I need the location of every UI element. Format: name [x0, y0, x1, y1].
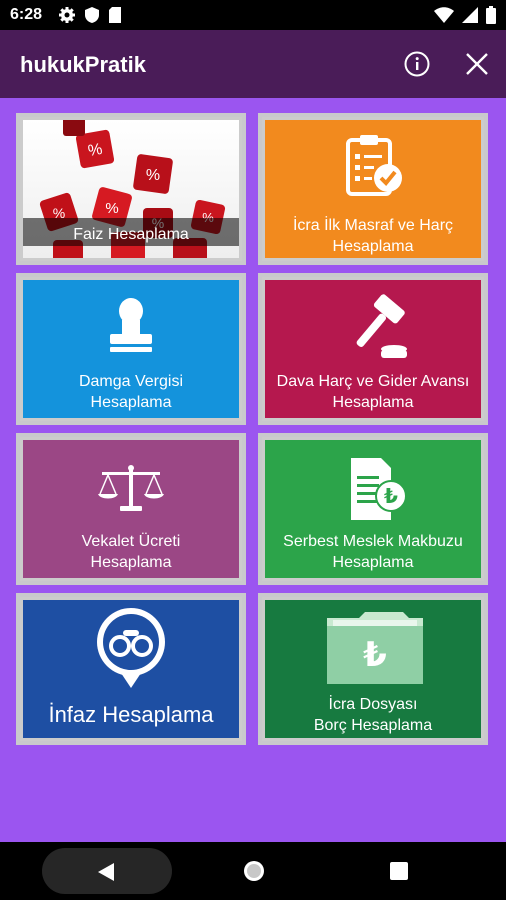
recents-icon[interactable]: [390, 862, 408, 880]
shield-icon: [85, 7, 99, 23]
clipboard-check-icon: [346, 135, 402, 196]
navigation-bar: [0, 842, 506, 900]
scales-icon: [98, 465, 164, 511]
status-time: 6:28: [10, 6, 43, 23]
tile-label-line1: Serbest Meslek Makbuzu: [283, 533, 463, 550]
close-icon[interactable]: [464, 51, 490, 77]
svg-text:₺: ₺: [363, 635, 387, 675]
status-bar: 6:28: [0, 0, 506, 30]
svg-text:₺: ₺: [384, 484, 398, 508]
svg-text:%: %: [105, 200, 118, 217]
receipt-lira-icon: ₺: [351, 458, 407, 520]
tile-label-line1: Vekalet Ücreti: [81, 533, 181, 550]
folder-lira-icon: ₺: [327, 612, 423, 684]
tile-dava-harc[interactable]: Dava Harç ve Gider Avansı Hesaplama: [258, 273, 488, 425]
gavel-icon: [356, 294, 407, 358]
back-icon[interactable]: [96, 862, 116, 882]
tile-serbest-meslek-makbuzu[interactable]: ₺ Serbest Meslek Makbuzu Hesaplama: [258, 433, 488, 585]
tile-label-line1: İcra İlk Masraf ve Harç: [292, 217, 454, 234]
stamp-icon: [110, 298, 152, 352]
tile-label-line2: Borç Hesaplama: [313, 717, 433, 734]
sd-card-icon: [109, 7, 121, 23]
home-icon[interactable]: [242, 859, 266, 883]
tile-label: Faiz Hesaplama: [73, 226, 189, 243]
tile-label-line2: Hesaplama: [332, 554, 414, 571]
tile-label-line1: İcra Dosyası: [328, 696, 418, 713]
signal-icon: [462, 7, 478, 23]
svg-text:%: %: [146, 167, 160, 184]
battery-icon: [486, 6, 496, 24]
app-title: hukukPratik: [20, 52, 146, 77]
wifi-icon: [434, 7, 454, 23]
tile-icra-dosyasi[interactable]: ₺ İcra Dosyası Borç Hesaplama: [258, 593, 488, 745]
handcuffs-pin-icon: [97, 608, 165, 688]
tile-label: İnfaz Hesaplama: [48, 702, 214, 727]
tile-label-line2: Hesaplama: [90, 394, 172, 411]
app-bar: hukukPratik: [0, 30, 506, 98]
tile-faiz-hesaplama[interactable]: % % % % % % Faiz Hesaplama: [16, 113, 246, 265]
tile-label-line2: Hesaplama: [90, 554, 172, 571]
settings-icon: [59, 7, 75, 23]
tile-vekalet-ucreti[interactable]: Vekalet Ücreti Hesaplama: [16, 433, 246, 585]
svg-text:%: %: [87, 141, 104, 160]
tile-label-line2: Hesaplama: [332, 394, 414, 411]
info-icon[interactable]: [404, 51, 430, 77]
tile-label-line1: Dava Harç ve Gider Avansı: [276, 373, 470, 390]
tile-label-line1: Damga Vergisi: [78, 373, 184, 390]
tile-label-line2: Hesaplama: [332, 238, 414, 255]
tile-infaz-hesaplama[interactable]: İnfaz Hesaplama: [16, 593, 246, 745]
tile-icra-ilk-masraf[interactable]: İcra İlk Masraf ve Harç Hesaplama: [258, 113, 488, 265]
tile-damga-vergisi[interactable]: Damga Vergisi Hesaplama: [16, 273, 246, 425]
